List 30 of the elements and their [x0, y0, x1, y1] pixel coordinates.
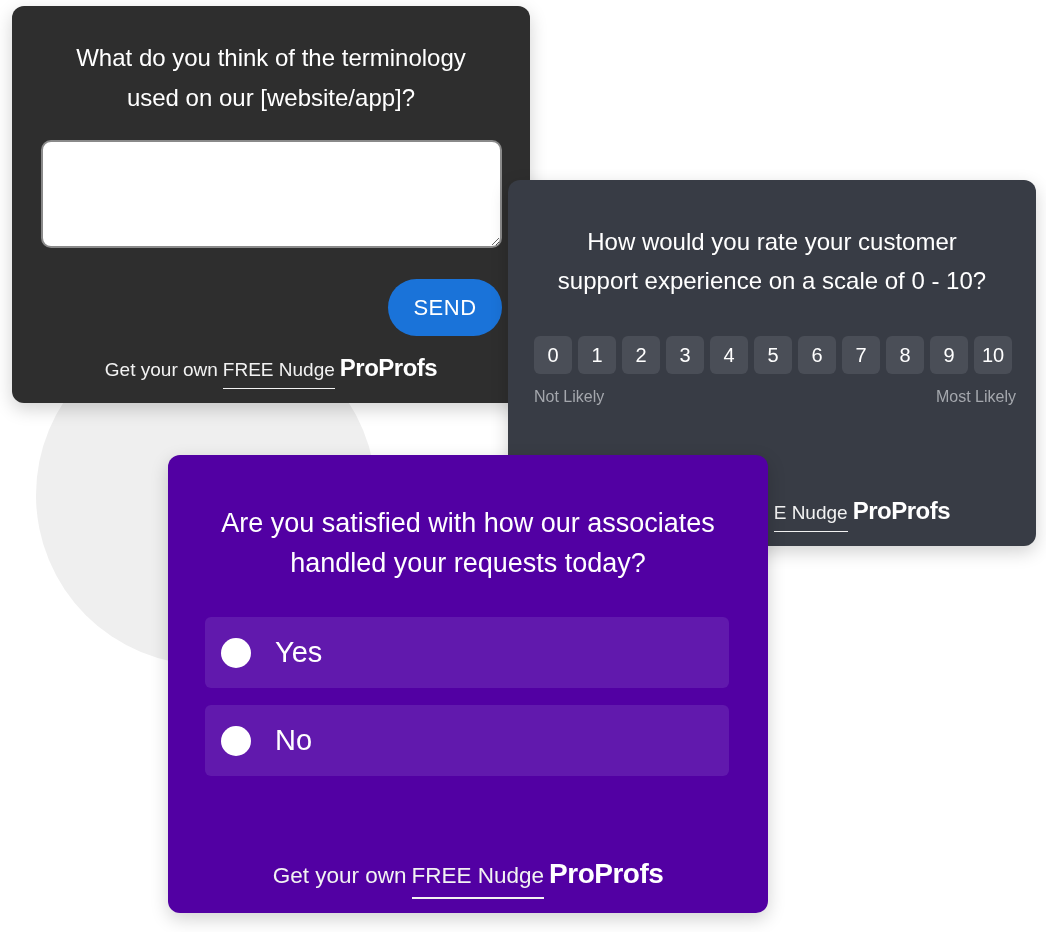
send-button[interactable]: SEND	[388, 279, 502, 336]
scale-low-label: Not Likely	[534, 387, 605, 407]
rating-button[interactable]: 10	[974, 336, 1012, 374]
rating-button[interactable]: 6	[798, 336, 836, 374]
footer-link[interactable]: FREE Nudge	[222, 358, 335, 389]
rating-button[interactable]: 4	[710, 336, 748, 374]
logo-wordmark: ProProfs	[549, 860, 664, 888]
question-text: How would you rate your customer support experience on a scale of 0 - 10?	[556, 227, 988, 296]
footer-text: Get your own	[272, 862, 407, 890]
scale-high-label: Most Likely	[935, 387, 1016, 407]
answer-option[interactable]: No	[205, 705, 729, 776]
question-text: Are you satisfied with how our associates handled your requests today?	[220, 507, 716, 580]
radio-icon[interactable]	[221, 637, 251, 668]
footer-link[interactable]: E Nudge	[773, 501, 848, 532]
logo-wordmark: ProProfs	[339, 356, 438, 380]
rating-button[interactable]: 7	[842, 336, 880, 374]
footer-text: Get your own	[104, 358, 218, 382]
rating-button[interactable]: 5	[754, 336, 792, 374]
rating-button[interactable]: 9	[930, 336, 968, 374]
logo-wordmark: ProProfs	[852, 499, 950, 523]
footer-link[interactable]: FREE Nudge	[411, 862, 545, 899]
answer-option[interactable]: Yes	[205, 617, 729, 688]
answer-field[interactable]	[40, 140, 502, 248]
rating-button[interactable]: 3	[666, 336, 704, 374]
radio-icon[interactable]	[221, 725, 251, 756]
rating-button[interactable]: 2	[622, 336, 660, 374]
rating-button[interactable]: 8	[886, 336, 924, 374]
question-text: What do you think of the terminology used on our [website/app]?	[75, 43, 467, 113]
rating-button[interactable]: 1	[578, 336, 616, 374]
rating-button[interactable]: 0	[534, 336, 572, 374]
